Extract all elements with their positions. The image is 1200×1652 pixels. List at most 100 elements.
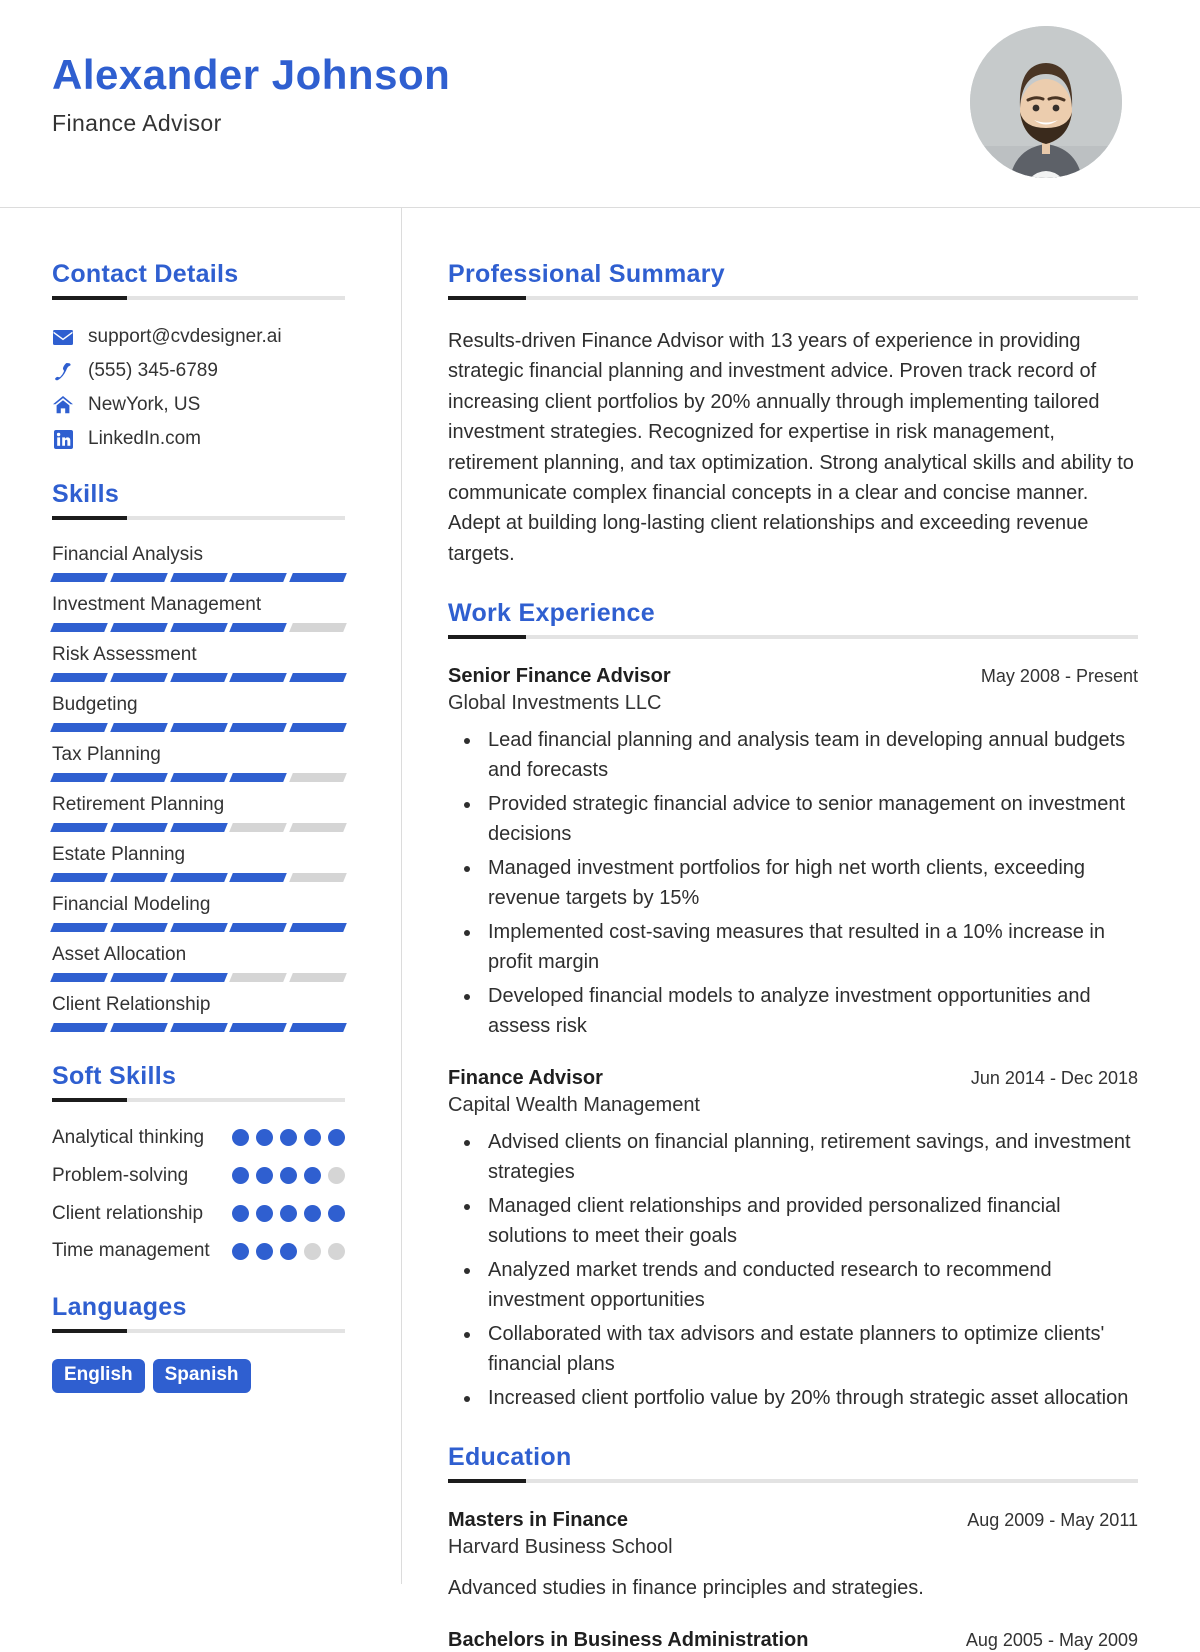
soft-skill-dot bbox=[328, 1129, 345, 1147]
soft-skill-item: Problem-solving bbox=[52, 1164, 345, 1188]
skill-segment bbox=[50, 773, 108, 782]
skill-segment bbox=[289, 823, 347, 832]
skill-segment bbox=[229, 823, 288, 832]
skill-segment bbox=[289, 673, 347, 682]
skill-item: Retirement Planning bbox=[50, 794, 347, 832]
skill-segment bbox=[169, 1023, 228, 1032]
education-entry: Bachelors in Business Administration Aug… bbox=[448, 1629, 1138, 1652]
education-entry-head: Bachelors in Business Administration Aug… bbox=[448, 1629, 1138, 1652]
contact-item-email[interactable]: support@cvdesigner.ai bbox=[52, 326, 345, 348]
skill-segment bbox=[169, 773, 228, 782]
contact-item-linkedin[interactable]: LinkedIn.com bbox=[52, 428, 345, 450]
summary-heading: Professional Summary bbox=[448, 260, 725, 288]
skill-segment bbox=[109, 873, 168, 882]
skill-segment bbox=[50, 873, 108, 882]
section-rule bbox=[52, 516, 345, 520]
soft-skill-item: Client relationship bbox=[52, 1202, 345, 1226]
education-date: Aug 2005 - May 2009 bbox=[965, 1630, 1138, 1651]
skill-segment bbox=[109, 1023, 168, 1032]
soft-skill-dot bbox=[256, 1242, 273, 1260]
soft-skills-list: Analytical thinking Problem-solving Clie… bbox=[52, 1126, 345, 1263]
language-badge[interactable]: Spanish bbox=[152, 1359, 251, 1393]
section-rule bbox=[448, 1479, 1138, 1484]
skill-item: Risk Assessment bbox=[50, 644, 347, 682]
soft-skill-label: Time management bbox=[52, 1240, 210, 1262]
soft-skill-dot bbox=[304, 1167, 321, 1185]
skill-segment bbox=[229, 923, 288, 932]
experience-entry-head: Senior Finance Advisor May 2008 - Presen… bbox=[448, 665, 1138, 688]
experience-bullet: Advised clients on financial planning, r… bbox=[482, 1127, 1138, 1187]
soft-skill-item: Analytical thinking bbox=[52, 1126, 345, 1150]
experience-heading: Work Experience bbox=[448, 599, 655, 628]
skill-segment bbox=[109, 823, 168, 832]
skill-segment bbox=[50, 823, 108, 832]
skill-segment bbox=[109, 573, 168, 582]
contact-email-text: support@cvdesigner.ai bbox=[88, 326, 282, 347]
soft-skill-dot bbox=[232, 1129, 249, 1147]
skill-label: Investment Management bbox=[52, 594, 262, 615]
section-rule bbox=[52, 1329, 345, 1333]
experience-bullet: Managed client relationships and provide… bbox=[482, 1191, 1138, 1251]
skill-segment bbox=[109, 723, 168, 732]
experience-bullets: Advised clients on financial planning, r… bbox=[448, 1127, 1138, 1413]
experience-job-title: Finance Advisor bbox=[448, 1067, 603, 1090]
skill-label: Client Relationship bbox=[52, 994, 211, 1015]
skill-segment bbox=[229, 873, 288, 882]
contact-section: Contact Details support@cvdesigner.ai (5… bbox=[52, 260, 345, 450]
skill-segment bbox=[169, 973, 228, 982]
experience-date: Jun 2014 - Dec 2018 bbox=[970, 1068, 1138, 1089]
education-entry: Masters in Finance Aug 2009 - May 2011 H… bbox=[448, 1509, 1138, 1603]
education-description: Advanced studies in finance principles a… bbox=[448, 1577, 924, 1600]
home-icon bbox=[52, 395, 74, 415]
summary-text: Results-driven Finance Advisor with 13 y… bbox=[448, 330, 1134, 565]
phone-icon bbox=[52, 361, 74, 381]
skill-bar bbox=[50, 723, 347, 732]
skill-segment bbox=[109, 923, 168, 932]
contact-heading: Contact Details bbox=[52, 260, 239, 288]
contact-item-location[interactable]: NewYork, US bbox=[52, 394, 345, 416]
skill-bar bbox=[50, 773, 347, 782]
education-date: Aug 2009 - May 2011 bbox=[967, 1510, 1138, 1531]
soft-skill-label: Client relationship bbox=[52, 1202, 204, 1224]
skill-segment bbox=[229, 723, 288, 732]
contact-list: support@cvdesigner.ai (555) 345-6789 New… bbox=[52, 326, 345, 450]
soft-skill-rating bbox=[232, 1167, 345, 1185]
soft-skill-item: Time management bbox=[52, 1239, 345, 1263]
skill-bar bbox=[50, 1023, 347, 1032]
experience-entry: Senior Finance Advisor May 2008 - Presen… bbox=[448, 665, 1138, 1041]
experience-bullets: Lead financial planning and analysis tea… bbox=[448, 725, 1138, 1041]
skill-segment bbox=[169, 923, 228, 932]
skill-label: Retirement Planning bbox=[52, 794, 225, 815]
section-rule bbox=[52, 1098, 345, 1102]
skill-item: Asset Allocation bbox=[50, 944, 347, 982]
language-badge[interactable]: English bbox=[52, 1359, 145, 1393]
experience-bullet: Collaborated with tax advisors and estat… bbox=[482, 1319, 1138, 1379]
languages-heading: Languages bbox=[52, 1293, 187, 1321]
resume-header: Alexander Johnson Finance Advisor bbox=[0, 0, 1200, 208]
skill-bar bbox=[50, 973, 347, 982]
languages-section: Languages English Spanish bbox=[52, 1293, 345, 1393]
skill-segment bbox=[289, 573, 347, 582]
skill-segment bbox=[169, 873, 228, 882]
soft-skill-rating bbox=[232, 1242, 345, 1260]
skill-segment bbox=[289, 973, 347, 982]
linkedin-icon bbox=[52, 429, 74, 449]
skill-segment bbox=[50, 623, 108, 632]
skill-item: Estate Planning bbox=[50, 844, 347, 882]
skill-bar bbox=[50, 923, 347, 932]
experience-list: Senior Finance Advisor May 2008 - Presen… bbox=[448, 665, 1138, 1413]
skill-segment bbox=[169, 823, 228, 832]
skill-segment bbox=[289, 623, 347, 632]
resume-body: Contact Details support@cvdesigner.ai (5… bbox=[0, 208, 1200, 1651]
education-degree: Masters in Finance bbox=[448, 1509, 629, 1532]
sidebar-column: Contact Details support@cvdesigner.ai (5… bbox=[0, 208, 402, 1584]
skill-bar bbox=[50, 623, 347, 632]
soft-skill-dot bbox=[256, 1204, 273, 1222]
envelope-icon bbox=[52, 327, 74, 347]
experience-bullet: Developed financial models to analyze in… bbox=[482, 981, 1138, 1041]
experience-bullet: Increased client portfolio value by 20% … bbox=[482, 1383, 1138, 1413]
experience-bullet: Implemented cost-saving measures that re… bbox=[482, 917, 1138, 977]
experience-section: Work Experience Senior Finance Advisor M… bbox=[448, 599, 1138, 1413]
contact-item-phone[interactable]: (555) 345-6789 bbox=[52, 360, 345, 382]
skill-item: Budgeting bbox=[50, 694, 347, 732]
